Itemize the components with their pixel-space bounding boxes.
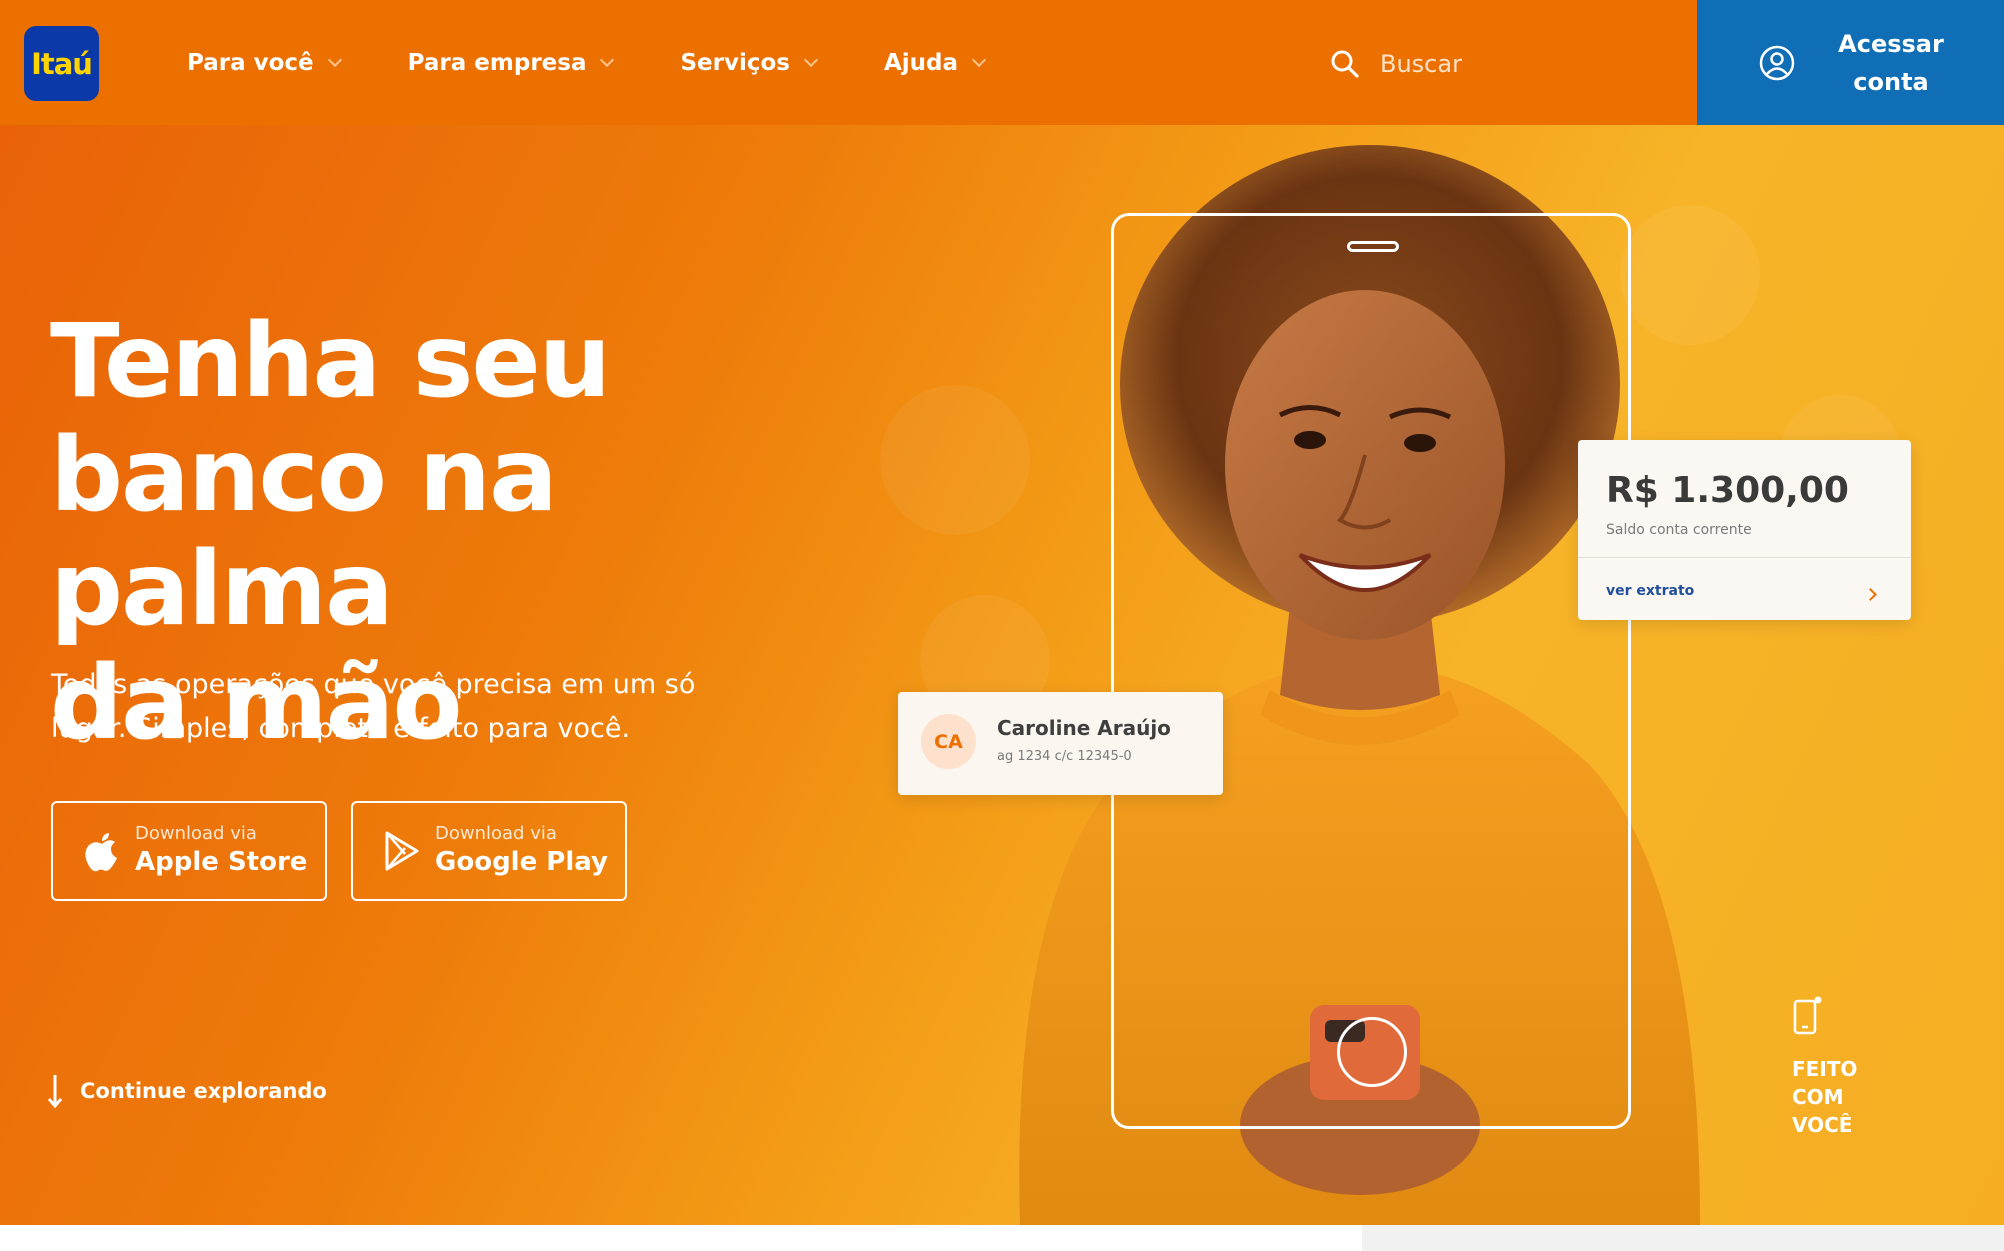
apple-store-button[interactable]: Download via Apple Store: [51, 801, 327, 901]
feito-line-3: VOCÊ: [1792, 1113, 1853, 1137]
explore-label: Continue explorando: [80, 1079, 327, 1103]
phone-frame-outline: [1111, 213, 1631, 1129]
search-button[interactable]: Buscar: [1330, 44, 1462, 84]
apple-big-label: Apple Store: [135, 847, 308, 877]
google-play-button[interactable]: Download via Google Play: [351, 801, 627, 901]
phone-home-circle: [1337, 1017, 1407, 1087]
subtext-line-2: lugar. Simples, completo e feito para vo…: [51, 713, 631, 744]
login-line-1: Acessar: [1838, 29, 1944, 58]
apple-store-text: Download via Apple Store: [135, 823, 307, 879]
chevron-right-icon[interactable]: [1864, 588, 1877, 601]
google-play-text: Download via Google Play: [435, 823, 608, 879]
bottom-strip: [1362, 1225, 2004, 1251]
feito-label: FEITO COM VOCÊ: [1792, 1055, 1872, 1139]
chevron-down-icon: [327, 52, 342, 67]
balance-amount: R$ 1.300,00: [1606, 470, 1849, 511]
login-label: Acessar conta: [1835, 25, 1947, 101]
continue-explorando-link[interactable]: Continue explorando: [48, 1073, 327, 1109]
feito-line-1: FEITO: [1792, 1057, 1858, 1081]
user-circle-icon: [1759, 45, 1795, 80]
nav-label: Para você: [187, 49, 314, 76]
login-line-2: conta: [1853, 67, 1929, 96]
google-play-icon: [385, 831, 419, 871]
arrow-down-icon: [48, 1075, 62, 1109]
feito-line-2: COM: [1792, 1085, 1844, 1109]
chevron-down-icon: [600, 52, 615, 67]
balance-description: Saldo conta corrente: [1606, 522, 1752, 538]
apple-small-label: Download via: [135, 823, 257, 844]
top-navbar: Itaú Para você Para empresa Serviços Aju…: [0, 0, 2004, 125]
profile-card: CA Caroline Araújo ag 1234 c/c 12345-0: [898, 692, 1223, 795]
subtext-line-1: Todas as operações que você precisa em u…: [51, 669, 696, 700]
google-small-label: Download via: [435, 823, 557, 844]
phone-icon: [1793, 996, 1822, 1035]
nav-label: Ajuda: [884, 49, 959, 76]
hero-subtext: Todas as operações que você precisa em u…: [51, 663, 751, 751]
headline-line-2: banco na palma: [50, 416, 558, 649]
profile-account: ag 1234 c/c 12345-0: [997, 749, 1132, 764]
nav-ajuda[interactable]: Ajuda: [884, 49, 987, 76]
google-big-label: Google Play: [435, 847, 608, 877]
profile-name: Caroline Araújo: [997, 716, 1171, 740]
itau-logo[interactable]: Itaú: [24, 26, 99, 101]
hero-banner: Tenha seu banco na palma da mão Todas as…: [0, 125, 2004, 1225]
balance-card-divider: [1578, 557, 1911, 558]
phone-notch: [1347, 241, 1399, 252]
ver-extrato-link[interactable]: ver extrato: [1606, 583, 1694, 599]
logo-text: Itaú: [31, 46, 93, 81]
nav-label: Para empresa: [407, 49, 587, 76]
chevron-down-icon: [971, 52, 987, 67]
nav-label: Serviços: [680, 49, 790, 76]
search-label: Buscar: [1380, 50, 1462, 78]
avatar: CA: [921, 714, 976, 769]
headline-line-1: Tenha seu: [50, 302, 611, 421]
apple-icon: [85, 833, 117, 872]
chevron-down-icon: [803, 52, 819, 67]
nav-para-empresa[interactable]: Para empresa: [407, 49, 615, 76]
balance-card: R$ 1.300,00 Saldo conta corrente ver ext…: [1578, 440, 1911, 620]
acessar-conta-button[interactable]: Acessar conta: [1697, 0, 2004, 125]
nav-servicos[interactable]: Serviços: [680, 49, 819, 76]
main-nav: Para você Para empresa Serviços Ajuda: [187, 0, 1052, 125]
nav-para-voce[interactable]: Para você: [187, 49, 342, 76]
feito-com-voce-badge: FEITO COM VOCÊ: [1792, 995, 1872, 1139]
search-icon: [1331, 50, 1359, 78]
